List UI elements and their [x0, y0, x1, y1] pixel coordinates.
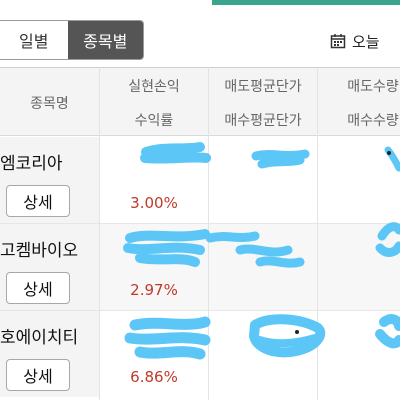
- header-avg-sell-price: 매도평균단가: [224, 79, 302, 95]
- view-toggle: 일별 종목별: [0, 20, 144, 60]
- column-divider: [99, 67, 100, 400]
- today-label: 오늘: [352, 32, 380, 51]
- stock-name: 고켐바이오: [0, 241, 79, 261]
- column-divider: [208, 67, 209, 400]
- detail-button[interactable]: 상세: [6, 272, 70, 304]
- header-avg-buy-price: 매수평균단가: [224, 113, 302, 129]
- column-divider: [317, 67, 318, 400]
- stock-name-cell: 고켐바이오 상세: [0, 224, 99, 310]
- header-buy-qty: 매수수량: [347, 113, 399, 129]
- table-row: 호에이치티 상세 6.86%: [0, 311, 400, 398]
- stock-name: 호에이치티: [0, 328, 79, 348]
- calendar-icon: [330, 33, 346, 49]
- tab-by-stock[interactable]: 종목별: [67, 21, 143, 59]
- stock-name-cell: 호에이치티 상세: [0, 311, 99, 397]
- tab-daily[interactable]: 일별: [0, 21, 68, 59]
- table-header: 종목명 실현손익 수익률 매도평균단가 매수평균단가 매도수량 매수수량: [0, 67, 400, 136]
- stock-name: 엠코리아: [0, 154, 63, 174]
- return-rate-value: 2.97%: [130, 281, 178, 299]
- top-accent-line: [212, 0, 400, 5]
- header-sell-qty: 매도수량: [347, 79, 399, 95]
- header-realized-pnl: 실현손익: [128, 79, 180, 95]
- stock-name-cell: 엠코리아 상세: [0, 137, 99, 223]
- detail-button[interactable]: 상세: [6, 185, 70, 217]
- table-row: 고켐바이오 상세 2.97%: [0, 224, 400, 311]
- today-date-button[interactable]: 오늘: [330, 30, 380, 52]
- return-rate-value: 6.86%: [130, 368, 178, 386]
- header-stock-name: 종목명: [30, 96, 69, 112]
- header-return-rate: 수익률: [134, 113, 174, 129]
- table-row: 엠코리아 상세 3.00%: [0, 137, 400, 224]
- detail-button[interactable]: 상세: [6, 359, 70, 391]
- return-rate-value: 3.00%: [130, 194, 178, 212]
